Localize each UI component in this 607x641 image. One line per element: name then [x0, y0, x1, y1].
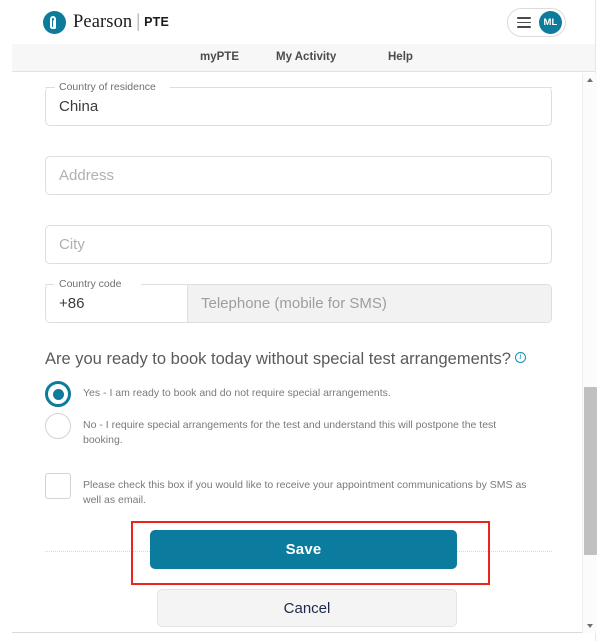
save-button[interactable]: Save — [150, 530, 457, 569]
radio-no-icon[interactable] — [45, 413, 71, 439]
country-code-label: Country code — [56, 278, 125, 291]
telephone-placeholder: Telephone (mobile for SMS) — [201, 295, 387, 312]
nav-item-mypte[interactable]: myPTE — [200, 51, 239, 63]
country-of-residence-field[interactable]: Country of residence China — [45, 81, 552, 126]
city-field[interactable]: City — [45, 225, 552, 264]
city-placeholder: City — [59, 236, 85, 253]
site-header: Pearson | PTE ML — [12, 0, 595, 44]
sms-consent-checkbox[interactable] — [45, 473, 71, 499]
scrollbar-thumb[interactable] — [584, 387, 597, 555]
pearson-p-logo-icon — [43, 10, 66, 34]
account-menu-button[interactable]: ML — [507, 8, 566, 37]
vertical-scrollbar[interactable] — [582, 73, 597, 633]
scroll-up-button[interactable] — [583, 73, 597, 87]
telephone-field[interactable]: Telephone (mobile for SMS) — [188, 284, 552, 323]
country-code-value: +86 — [59, 295, 85, 312]
country-of-residence-value: China — [59, 98, 99, 115]
country-code-field[interactable]: Country code +86 — [45, 278, 188, 323]
address-field[interactable]: Address — [45, 156, 552, 195]
telephone-row: Country code +86 Telephone (mobile for S… — [45, 278, 552, 323]
avatar[interactable]: ML — [539, 11, 562, 34]
sms-consent-row[interactable]: Please check this box if you would like … — [45, 473, 550, 508]
nav-item-my-activity[interactable]: My Activity — [276, 51, 336, 63]
radio-yes-icon[interactable] — [45, 381, 71, 407]
address-placeholder: Address — [59, 167, 115, 184]
logo-product-name: PTE — [144, 15, 170, 29]
main-navigation: myPTE My Activity Help — [12, 44, 595, 72]
pearson-pte-logo[interactable]: Pearson | PTE — [43, 8, 169, 36]
window-bottom-border — [12, 632, 595, 633]
page-root: Pearson | PTE ML myPTE My Activity Help … — [0, 0, 607, 641]
profile-form: Country of residence China Address City … — [12, 73, 582, 632]
info-circle-icon[interactable] — [514, 350, 526, 363]
triangle-down-icon — [587, 624, 593, 628]
hamburger-icon[interactable] — [517, 16, 531, 29]
nav-item-help[interactable]: Help — [388, 51, 413, 63]
radio-option-yes[interactable]: Yes - I am ready to book and do not requ… — [45, 381, 550, 407]
radio-no-label: No - I require special arrangements for … — [83, 419, 497, 446]
radio-yes-label: Yes - I am ready to book and do not requ… — [83, 387, 391, 399]
special-arrangements-question: Are you ready to book today without spec… — [45, 350, 565, 369]
country-of-residence-label: Country of residence — [56, 81, 159, 94]
triangle-up-icon — [587, 78, 593, 82]
sms-consent-label: Please check this box if you would like … — [83, 479, 527, 506]
scroll-down-button[interactable] — [583, 619, 597, 633]
radio-option-no[interactable]: No - I require special arrangements for … — [45, 413, 550, 448]
logo-separator: | — [136, 11, 141, 32]
question-text: Are you ready to book today without spec… — [45, 350, 511, 368]
logo-wordmark: Pearson — [73, 11, 133, 32]
cancel-button[interactable]: Cancel — [157, 589, 457, 627]
